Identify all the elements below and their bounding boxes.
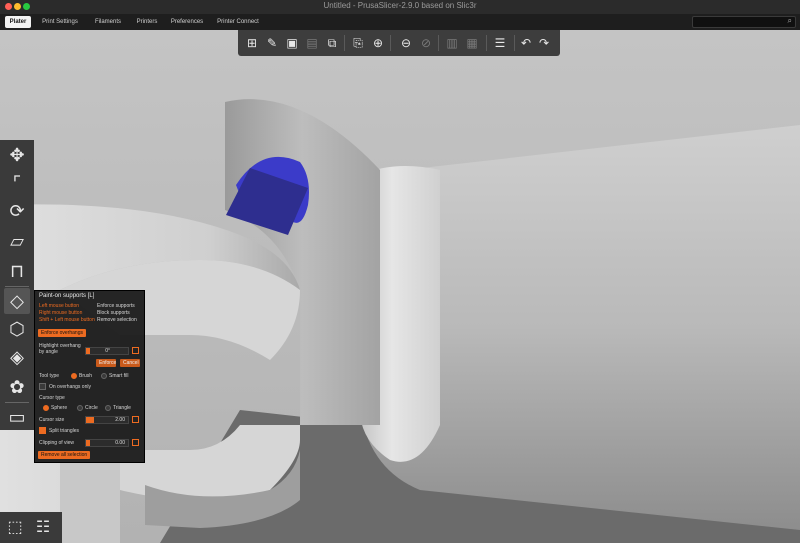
tab-printers[interactable]: Printers: [133, 16, 161, 28]
variable-layer-height-icon[interactable]: ☰: [492, 35, 508, 51]
tab-print-settings[interactable]: Print Settings: [40, 16, 80, 28]
cursor-type-label: Cursor type: [39, 395, 65, 401]
split-parts-icon[interactable]: ▥: [444, 35, 460, 51]
tool-brush-label: Brush: [79, 373, 93, 379]
shortcut-action: Enforce supports: [97, 303, 135, 309]
split-objects-icon[interactable]: ⊘: [418, 35, 434, 51]
3d-view-icon[interactable]: ⬚: [4, 517, 26, 539]
paste-icon[interactable]: ⎘: [350, 35, 366, 51]
arrange-icon[interactable]: ▤: [304, 35, 320, 51]
overhang-angle-slider[interactable]: 0°: [85, 347, 129, 355]
edit-icon[interactable]: [132, 347, 139, 354]
view-toolbar: ⬚ ☷: [0, 512, 62, 543]
copy-icon[interactable]: ⧉: [324, 35, 340, 51]
tool-brush-radio[interactable]: [71, 373, 77, 379]
highlight-label: by angle: [39, 349, 58, 355]
toolbar-separator: [486, 35, 487, 51]
cursor-triangle-label: Triangle: [113, 405, 131, 411]
edit-icon[interactable]: [132, 416, 139, 423]
cursor-size-label: Cursor size: [39, 417, 65, 423]
cursor-circle-label: Circle: [85, 405, 98, 411]
delete-icon[interactable]: ✎: [264, 35, 280, 51]
gizmo-toolbar: ✥ ⌜ ⟳ ⏥ ⊓ ◇ ⬡ ◈ ✿ ▭: [0, 140, 34, 430]
slider-fill: [86, 348, 90, 354]
toolbar-separator: [514, 35, 515, 51]
toolbar-separator: [5, 286, 29, 287]
slider-fill: [86, 417, 94, 423]
panel-title: Paint-on supports [L]: [39, 293, 95, 299]
slider-value: 0.00: [115, 440, 125, 446]
window-title: Untitled - PrusaSlicer-2.9.0 based on Sl…: [323, 1, 477, 10]
shortcut-action: Block supports: [97, 310, 130, 316]
shortcut-key: Left mouse button: [39, 303, 80, 309]
edit-icon[interactable]: [132, 439, 139, 446]
undo-icon[interactable]: ↶: [518, 35, 534, 51]
tab-bar: Plater Print Settings Filaments Printers…: [0, 14, 800, 30]
search-field[interactable]: ⌕: [692, 16, 796, 28]
split-triangles-label: Split triangles: [49, 428, 80, 434]
cursor-sphere-label: Sphere: [51, 405, 68, 411]
scale-icon[interactable]: ⌜: [4, 170, 30, 196]
paint-on-supports-panel: Paint-on supports [L] Left mouse button …: [34, 290, 145, 463]
seam-paint-icon[interactable]: ⬡: [4, 316, 30, 342]
move-icon[interactable]: ✥: [4, 142, 30, 168]
split-triangles-checkbox[interactable]: [39, 427, 46, 434]
on-overhangs-only-label: On overhangs only: [49, 384, 91, 390]
shortcut-action: Remove selection: [97, 317, 137, 323]
tool-smart-fill-radio[interactable]: [101, 373, 107, 379]
add-icon[interactable]: ⊞: [244, 35, 260, 51]
tab-preferences[interactable]: Preferences: [170, 16, 204, 28]
on-overhangs-only-checkbox[interactable]: [39, 383, 46, 390]
add-instance-icon[interactable]: ⊕: [370, 35, 386, 51]
toolbar-separator: [5, 402, 29, 403]
enforce-button[interactable]: Enforce: [96, 359, 116, 367]
tab-filaments[interactable]: Filaments: [91, 16, 125, 28]
search-icon: ⌕: [787, 16, 792, 25]
slider-fill: [86, 440, 90, 446]
rotate-icon[interactable]: ⟳: [4, 198, 30, 224]
tab-plater[interactable]: Plater: [5, 16, 31, 28]
clipping-label: Clipping of view: [39, 440, 75, 446]
emboss-icon[interactable]: ✿: [4, 374, 30, 400]
preview-layers-icon[interactable]: ☷: [32, 517, 54, 539]
cut-icon[interactable]: ⊓: [4, 258, 30, 284]
tool-smart-fill-label: Smart fill: [109, 373, 129, 379]
cursor-triangle-radio[interactable]: [105, 405, 111, 411]
shortcut-key: Shift + Left mouse button: [39, 317, 95, 323]
place-on-face-icon[interactable]: ⏥: [4, 228, 30, 254]
remove-all-selection-button[interactable]: Remove all selection: [38, 451, 91, 459]
delete-all-icon[interactable]: ▣: [284, 35, 300, 51]
measure-icon[interactable]: ▭: [4, 404, 30, 430]
support-paint-icon[interactable]: ◇: [4, 288, 30, 314]
cancel-button[interactable]: Cancel: [120, 359, 140, 367]
remove-instance-icon[interactable]: ⊖: [398, 35, 414, 51]
layers-icon[interactable]: ▦: [464, 35, 480, 51]
mmu-paint-icon[interactable]: ◈: [4, 344, 30, 370]
tool-type-label: Tool type: [39, 373, 60, 379]
title-bar: Untitled - PrusaSlicer-2.9.0 based on Sl…: [0, 0, 800, 14]
cursor-size-slider[interactable]: 2.00: [85, 416, 129, 424]
redo-icon[interactable]: ↷: [536, 35, 552, 51]
cursor-circle-radio[interactable]: [77, 405, 83, 411]
shortcut-key: Right mouse button: [39, 310, 83, 316]
tab-printer-connect[interactable]: Printer Connect: [214, 16, 262, 28]
top-toolbar: ⊞ ✎ ▣ ▤ ⧉ ⎘ ⊕ ⊖ ⊘ ▥ ▦ ☰ ↶ ↷: [238, 30, 560, 56]
slider-value: 2.00: [115, 417, 125, 423]
toolbar-separator: [344, 35, 345, 51]
enforce-overhangs-button[interactable]: Enforce overhangs: [38, 329, 86, 337]
toolbar-separator: [438, 35, 439, 51]
slider-value: 0°: [105, 348, 110, 354]
3d-viewport[interactable]: [0, 30, 800, 543]
cursor-sphere-radio[interactable]: [43, 405, 49, 411]
clipping-slider[interactable]: 0.00: [85, 439, 129, 447]
toolbar-separator: [390, 35, 391, 51]
